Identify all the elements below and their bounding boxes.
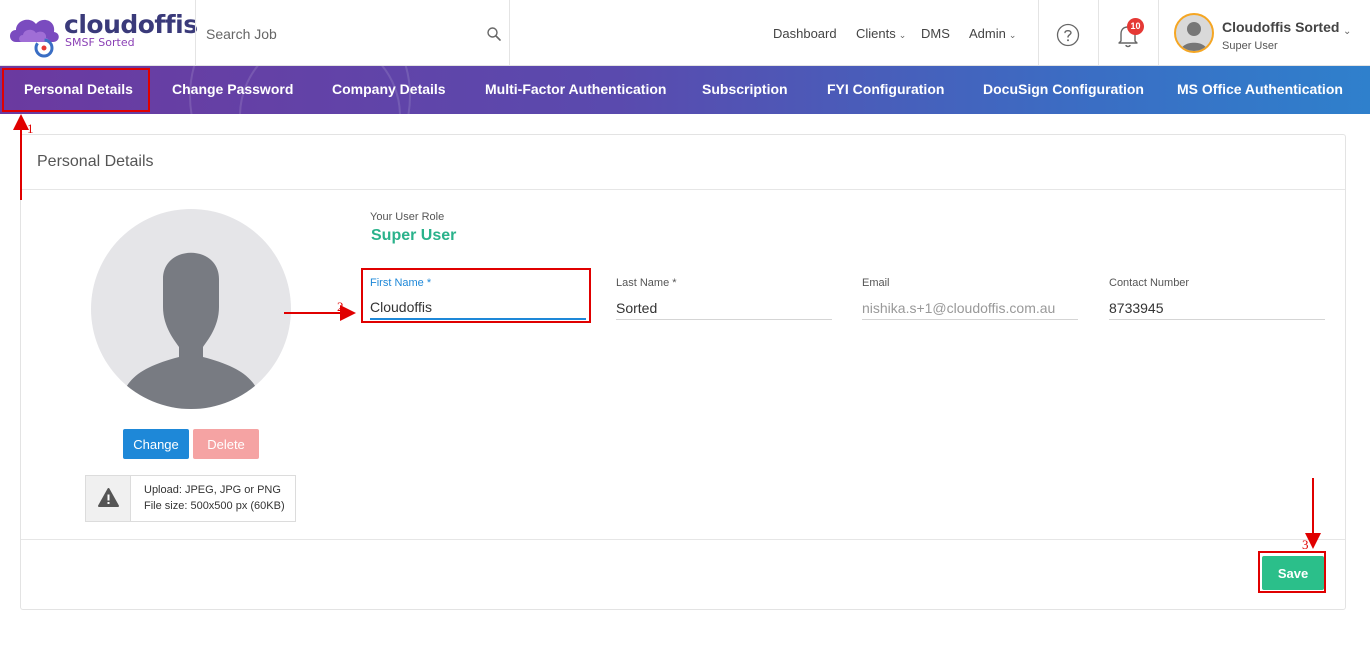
user-role: Super User — [1222, 40, 1278, 52]
warning-icon — [98, 488, 119, 507]
tab-company-details[interactable]: Company Details — [332, 66, 446, 114]
nav-admin-label: Admin — [969, 26, 1006, 41]
header-divider — [509, 0, 510, 66]
cloud-logo-icon — [10, 19, 59, 58]
nav-dms[interactable]: DMS — [921, 26, 950, 41]
delete-photo-button[interactable]: Delete — [193, 429, 259, 459]
user-silhouette-icon — [1181, 22, 1207, 51]
search-icon[interactable] — [486, 26, 502, 42]
nav-clients-label: Clients — [856, 26, 896, 41]
tab-docusign-configuration[interactable]: DocuSign Configuration — [983, 66, 1144, 114]
annotation-number-2: 2 — [337, 299, 344, 314]
card-title: Personal Details — [37, 153, 154, 170]
icon-box — [86, 476, 131, 521]
nav-dms-label: DMS — [921, 26, 950, 41]
user-role-value: Super User — [371, 227, 457, 244]
upload-format-text: Upload: JPEG, JPG or PNG — [144, 484, 281, 496]
upload-requirements-note: Upload: JPEG, JPG or PNG File size: 500x… — [85, 475, 296, 522]
contact-number-label: Contact Number — [1109, 277, 1190, 289]
settings-tab-bar: Personal Details Change Password Company… — [0, 66, 1370, 114]
user-avatar[interactable] — [1174, 13, 1214, 53]
user-name[interactable]: Cloudoffis Sorted — [1222, 19, 1339, 35]
first-name-input[interactable] — [370, 296, 586, 320]
nav-dashboard[interactable]: Dashboard — [773, 26, 837, 41]
contact-number-input[interactable] — [1109, 296, 1325, 320]
profile-photo — [91, 209, 291, 409]
save-button[interactable]: Save — [1262, 556, 1324, 590]
nav-clients[interactable]: Clients ⌄ — [856, 26, 906, 41]
user-role-label: Your User Role — [370, 211, 445, 223]
annotation-number-3: 3 — [1302, 537, 1309, 552]
email-label: Email — [862, 277, 890, 289]
first-name-label: First Name * — [370, 277, 432, 289]
header-divider — [1098, 0, 1099, 66]
divider — [21, 539, 1345, 540]
notification-badge: 10 — [1127, 18, 1144, 35]
header-divider — [195, 0, 196, 66]
brand-name: cloudoffis — [64, 10, 198, 39]
upload-size-text: File size: 500x500 px (60KB) — [144, 500, 285, 512]
last-name-input[interactable] — [616, 296, 832, 320]
search-job-input[interactable] — [206, 22, 471, 46]
personal-details-card: Personal Details Change Delete Upload: J… — [20, 134, 1346, 610]
brand-tagline: SMSF Sorted — [65, 36, 135, 49]
tab-multi-factor-authentication[interactable]: Multi-Factor Authentication — [485, 66, 666, 114]
header-divider — [1158, 0, 1159, 66]
tab-change-password[interactable]: Change Password — [172, 66, 293, 114]
help-icon[interactable] — [1056, 23, 1080, 47]
change-photo-button[interactable]: Change — [123, 429, 189, 459]
nav-admin[interactable]: Admin ⌄ — [969, 26, 1016, 41]
last-name-label: Last Name * — [616, 277, 677, 289]
email-input — [862, 296, 1078, 320]
divider — [21, 189, 1345, 190]
nav-dashboard-label: Dashboard — [773, 26, 837, 41]
tab-ms-office-authentication[interactable]: MS Office Authentication — [1177, 66, 1343, 114]
tab-fyi-configuration[interactable]: FYI Configuration — [827, 66, 944, 114]
annotation-number-1: 1 — [27, 121, 34, 136]
chevron-down-icon: ⌄ — [898, 30, 907, 40]
header-divider — [1038, 0, 1039, 66]
tab-personal-details[interactable]: Personal Details — [24, 66, 133, 114]
tab-subscription[interactable]: Subscription — [702, 66, 788, 114]
chevron-down-icon[interactable]: ⌄ — [1343, 26, 1351, 37]
chevron-down-icon: ⌄ — [1008, 30, 1017, 40]
top-header: cloudoffis SMSF Sorted Dashboard Clients… — [0, 0, 1370, 66]
brand-logo[interactable]: cloudoffis SMSF Sorted — [6, 8, 198, 58]
user-silhouette-icon — [119, 252, 263, 409]
